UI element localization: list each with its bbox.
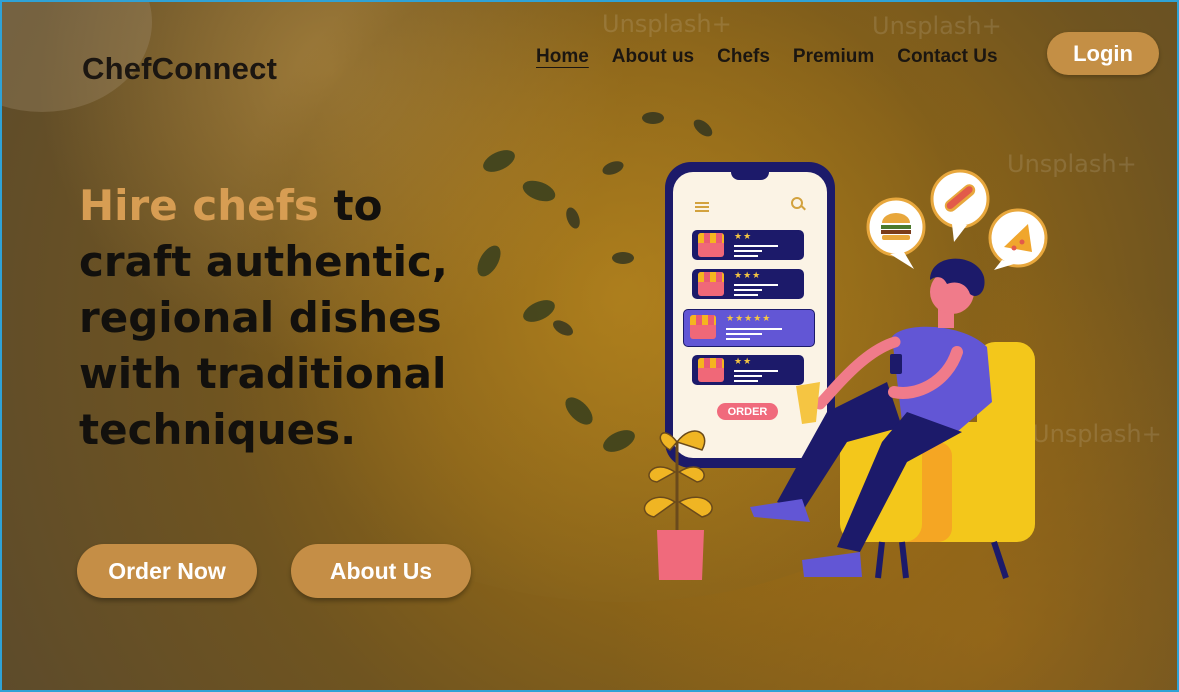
potted-plant bbox=[643, 430, 713, 580]
burger-bubble-icon bbox=[866, 197, 926, 269]
hotdog-bubble-icon bbox=[930, 169, 990, 242]
person-illustration bbox=[643, 169, 1048, 580]
pizza-bubble-icon bbox=[988, 208, 1048, 270]
page: Unsplash+ Unsplash+ Unsplash+ Unsplash+ … bbox=[0, 0, 1179, 692]
